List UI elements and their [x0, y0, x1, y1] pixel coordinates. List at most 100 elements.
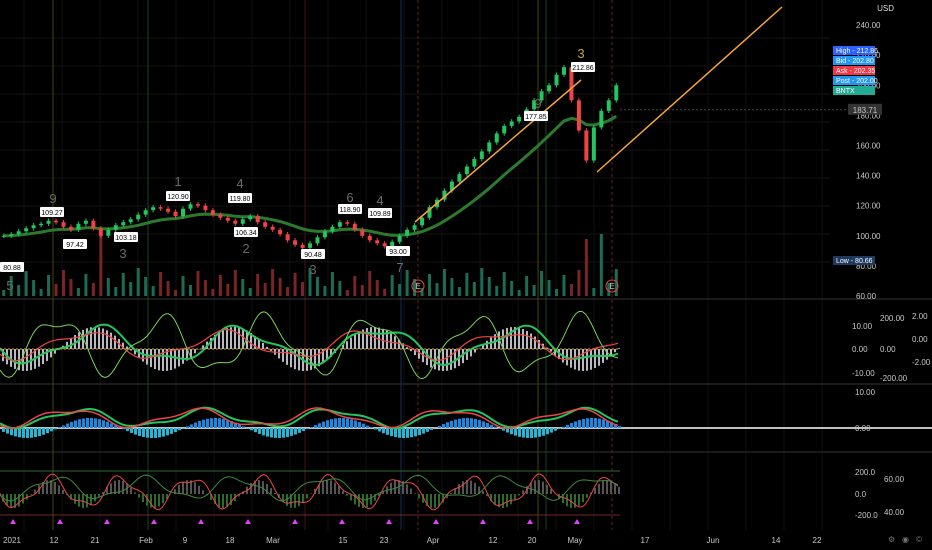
- histogram-bar: [138, 428, 141, 436]
- oscillator-line: [0, 474, 619, 502]
- oscillator-axis-tick[interactable]: 10.00: [855, 388, 876, 397]
- time-axis-tick[interactable]: 9: [183, 536, 188, 545]
- candle-body: [195, 204, 200, 206]
- volume-bar: [495, 286, 499, 296]
- oscillator-axis-tick[interactable]: 0.00: [912, 335, 928, 344]
- histogram-bar: [410, 349, 412, 352]
- price-axis-tick[interactable]: 120.00: [856, 202, 881, 211]
- histogram-bar: [358, 331, 360, 349]
- oscillator-axis-tick[interactable]: -10.00: [852, 369, 875, 378]
- candle-body: [285, 234, 290, 241]
- time-axis-tick[interactable]: Jun: [707, 536, 720, 545]
- histogram-bar: [370, 327, 372, 349]
- oscillator-line: [0, 473, 619, 511]
- histogram-bar: [598, 349, 600, 366]
- oscillator-axis-tick[interactable]: 0.0: [855, 490, 867, 499]
- time-axis-tick[interactable]: 15: [339, 536, 348, 545]
- oscillator-axis-tick[interactable]: 10.00: [852, 322, 873, 331]
- candle-body: [547, 85, 552, 92]
- settings-icon[interactable]: ⚙: [888, 535, 895, 544]
- histogram-bar: [218, 494, 220, 507]
- time-axis-tick[interactable]: 2021: [3, 536, 21, 545]
- histogram-bar: [178, 428, 181, 431]
- histogram-bar: [62, 425, 65, 428]
- histogram-bar: [94, 327, 96, 349]
- histogram-bar: [406, 484, 408, 494]
- time-axis-tick[interactable]: 18: [226, 536, 235, 545]
- price-axis-tick[interactable]: 240.00: [856, 21, 881, 30]
- oscillator-pane-3[interactable]: [0, 470, 620, 524]
- time-axis-tick[interactable]: Apr: [427, 536, 440, 545]
- oscillator-axis-tick[interactable]: 0.00: [852, 345, 868, 354]
- histogram-bar: [294, 428, 297, 435]
- quote-tag-label: High - 212.86: [836, 48, 878, 55]
- histogram-bar: [522, 428, 525, 438]
- candle-body: [16, 231, 21, 235]
- volume-bar: [159, 272, 163, 296]
- chart-canvas[interactable]: 109.27 97.42 103.18 120.90 119.80 106.34 118.9…: [0, 0, 932, 550]
- time-axis-tick[interactable]: 22: [813, 536, 822, 545]
- time-axis-tick[interactable]: 21: [91, 536, 100, 545]
- histogram-bar: [2, 428, 5, 432]
- histogram-bar: [182, 481, 184, 494]
- price-label: 97.42: [66, 242, 84, 249]
- histogram-bar: [150, 349, 152, 368]
- histogram-bar: [330, 419, 333, 428]
- histogram-bar: [110, 483, 112, 494]
- oscillator-axis-tick[interactable]: -2.00: [912, 358, 931, 367]
- time-axis-tick[interactable]: 23: [380, 536, 389, 545]
- histogram-bar: [526, 428, 529, 438]
- volume-bar: [301, 282, 305, 296]
- histogram-bar: [50, 428, 53, 432]
- histogram-bar: [458, 418, 461, 428]
- oscillator-axis-tick[interactable]: -200.0: [855, 511, 878, 520]
- gear-icon[interactable]: ◉: [902, 535, 909, 544]
- histogram-bar: [586, 494, 588, 498]
- oscillator-axis-tick[interactable]: 0.00: [880, 345, 896, 354]
- volume-bar: [480, 268, 484, 296]
- candle-body: [263, 222, 268, 227]
- time-axis-tick[interactable]: 14: [772, 536, 781, 545]
- oscillator-axis-tick[interactable]: -200.00: [880, 374, 908, 383]
- oscillator-axis-tick[interactable]: 40.00: [884, 508, 905, 517]
- oscillator-pane-2[interactable]: [0, 406, 932, 438]
- histogram-bar: [210, 418, 213, 428]
- histogram-bar: [610, 480, 612, 494]
- histogram-bar: [74, 420, 77, 428]
- oscillator-axis-tick[interactable]: 200.00: [880, 314, 905, 323]
- candle-body: [367, 235, 372, 241]
- price-axis-tick[interactable]: 140.00: [856, 172, 881, 181]
- time-axis-tick[interactable]: May: [567, 536, 582, 545]
- volume-bar: [106, 278, 110, 296]
- histogram-bar: [222, 494, 224, 508]
- histogram-bar: [426, 428, 429, 432]
- candle-body: [240, 219, 245, 224]
- trend-line-lower[interactable]: [596, 6, 783, 173]
- time-axis-tick[interactable]: 12: [50, 536, 59, 545]
- histogram-bar: [434, 349, 436, 370]
- oscillator-axis-tick[interactable]: 2.00: [912, 312, 928, 321]
- c-icon[interactable]: ©: [916, 535, 922, 544]
- time-axis[interactable]: 2021 12 21 Feb 9 18 Mar 15 23 Apr 12 20 May 17 Jun 14 22: [3, 536, 822, 545]
- time-axis-tick[interactable]: Mar: [266, 536, 280, 545]
- histogram-bar: [26, 349, 28, 371]
- oscillator-axis-tick[interactable]: 60.00: [884, 475, 905, 484]
- price-axis-tick[interactable]: 160.00: [856, 141, 881, 150]
- oscillator-axis-tick[interactable]: 200.0: [855, 468, 876, 477]
- oscillator-pane-1[interactable]: [0, 311, 620, 380]
- time-axis-tick[interactable]: 20: [528, 536, 537, 545]
- price-axis-tick[interactable]: 60.00: [856, 292, 877, 301]
- histogram-bar: [222, 418, 225, 428]
- price-axis[interactable]: 240.00220.00200.00180.00160.00140.00120.…: [620, 21, 931, 520]
- histogram-bar: [54, 482, 56, 494]
- quote-tag-label: BNTX: [836, 88, 855, 95]
- currency-label[interactable]: USD: [877, 4, 894, 13]
- oscillator-axis-tick[interactable]: 0.00: [855, 424, 871, 433]
- time-axis-tick[interactable]: Feb: [139, 536, 153, 545]
- histogram-bar: [290, 428, 293, 436]
- volume-bar: [32, 280, 36, 296]
- time-axis-tick[interactable]: 17: [641, 536, 650, 545]
- candle-body: [405, 229, 410, 236]
- time-axis-tick[interactable]: 12: [489, 536, 498, 545]
- price-axis-tick[interactable]: 100.00: [856, 232, 881, 241]
